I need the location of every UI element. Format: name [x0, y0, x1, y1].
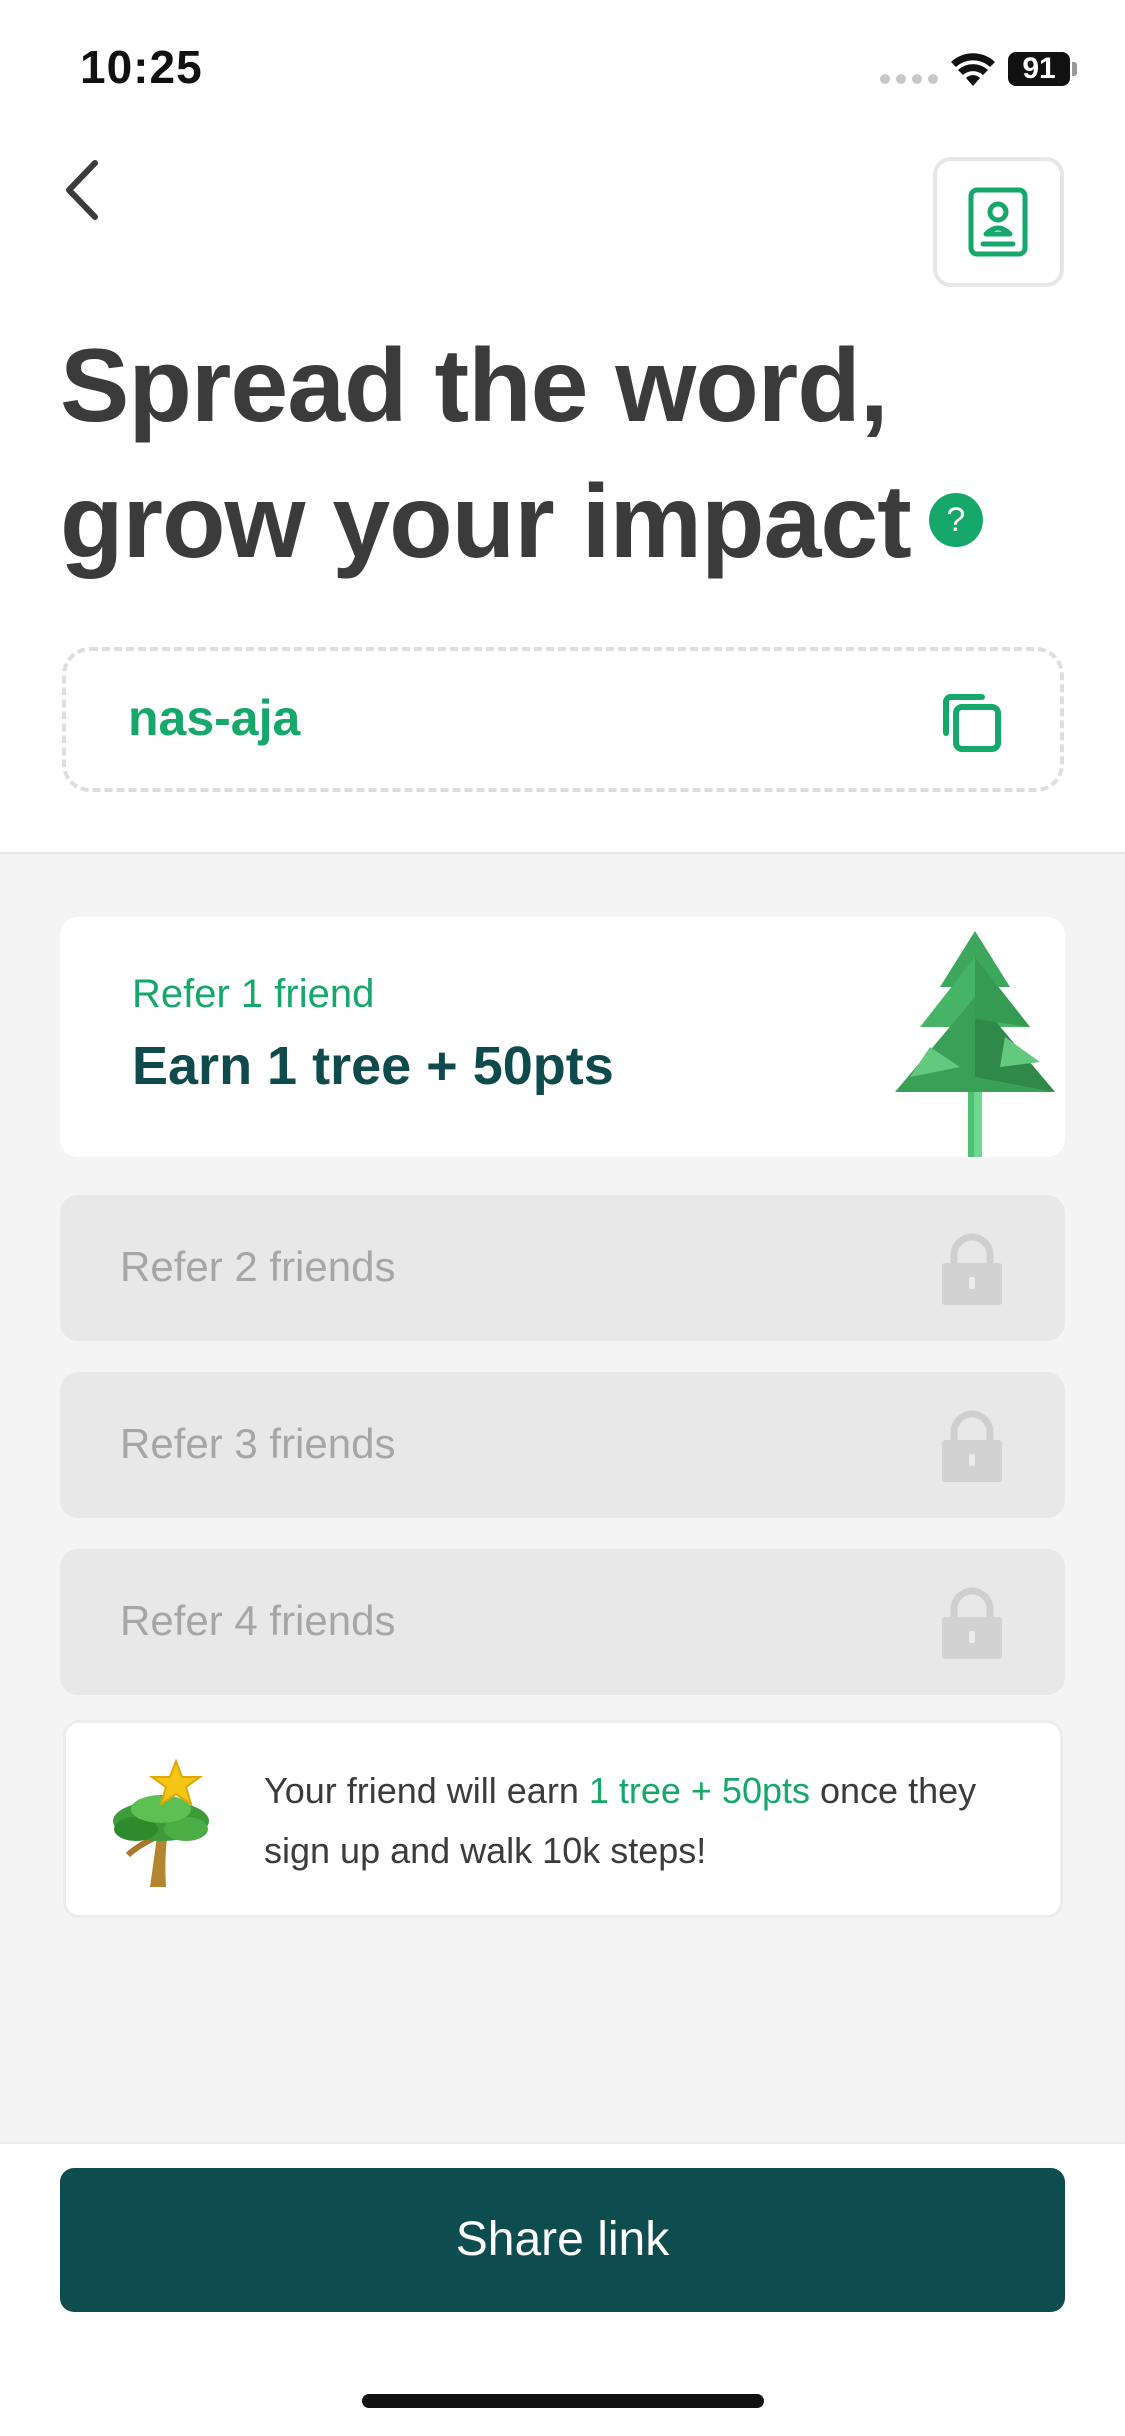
copy-icon[interactable]: [938, 689, 1004, 755]
battery-tip: [1072, 62, 1077, 76]
lock-icon: [942, 1233, 1002, 1305]
tier-card-locked: Refer 4 friends: [60, 1549, 1065, 1695]
tier-reward: Earn 1 tree + 50pts: [132, 1036, 614, 1096]
title-line-1: Spread the word,: [60, 328, 889, 444]
tier-card-locked: Refer 2 friends: [60, 1195, 1065, 1341]
title-line-2-text: grow your impact: [60, 464, 912, 580]
info-text-before: Your friend will earn: [264, 1770, 589, 1811]
contact-book-icon: [968, 187, 1027, 257]
title-line-2: grow your impact?: [60, 454, 1060, 590]
wifi-icon: [951, 53, 995, 86]
friend-reward-info: Your friend will earn 1 tree + 50pts onc…: [63, 1720, 1063, 1918]
rewards-section: Refer 1 friend Earn 1 tree + 50pts Refer…: [0, 852, 1125, 2142]
star-tree-icon: [113, 1759, 209, 1887]
status-time: 10:25: [80, 41, 203, 93]
tree-icon: [895, 931, 1055, 1157]
cellular-signal-icon: [880, 74, 938, 84]
bottom-action-bar: Share link: [0, 2142, 1125, 2436]
tier-locked-label: Refer 4 friends: [120, 1597, 396, 1644]
share-link-button[interactable]: Share link: [60, 2168, 1065, 2312]
tier-locked-label: Refer 2 friends: [120, 1243, 396, 1290]
back-arrow-icon[interactable]: [55, 155, 115, 225]
tier-card-locked: Refer 3 friends: [60, 1372, 1065, 1518]
home-indicator[interactable]: [362, 2394, 764, 2408]
info-highlight: 1 tree + 50pts: [588, 1770, 810, 1811]
referral-code-box: nas-aja: [62, 647, 1064, 792]
tier-locked-label: Refer 3 friends: [120, 1420, 396, 1467]
info-text: Your friend will earn 1 tree + 50pts onc…: [264, 1761, 1024, 1881]
tier-card-active[interactable]: Refer 1 friend Earn 1 tree + 50pts: [60, 917, 1065, 1157]
status-bar: 10:25 91: [0, 0, 1125, 140]
page-title: Spread the word, grow your impact?: [60, 318, 1060, 590]
battery-icon: 91: [1008, 52, 1070, 86]
lock-icon: [942, 1410, 1002, 1482]
referral-code: nas-aja: [128, 690, 301, 746]
help-icon[interactable]: ?: [928, 492, 983, 547]
contacts-button[interactable]: [933, 157, 1064, 287]
lock-icon: [942, 1587, 1002, 1659]
tier-subtitle: Refer 1 friend: [132, 972, 375, 1016]
